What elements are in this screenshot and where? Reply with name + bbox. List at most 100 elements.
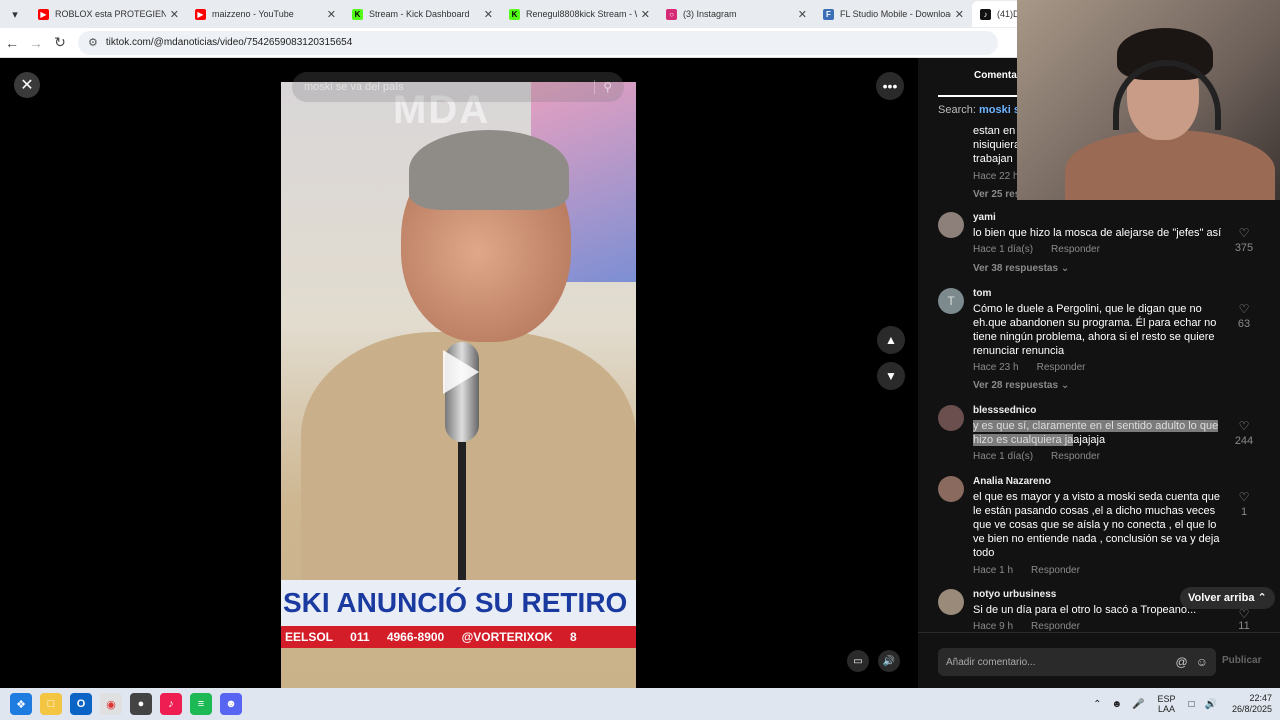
back-to-top-button[interactable]: Volver arriba ⌃ <box>1180 587 1275 609</box>
comment-username[interactable]: yami <box>973 212 996 223</box>
tiktok-icon[interactable]: ♪ <box>160 693 182 715</box>
clock-date: 26/8/2025 <box>1231 704 1272 714</box>
volume-tray-icon[interactable]: 🔊 <box>1205 699 1217 710</box>
reply-button[interactable]: Responder <box>1031 565 1080 576</box>
like-count: 11 <box>1238 620 1250 632</box>
comment-username[interactable]: notyo urbusiness <box>973 589 1056 600</box>
view-replies-label: Ver 28 respuestas <box>973 380 1059 391</box>
heart-icon[interactable]: ♡ <box>1234 419 1254 433</box>
browser-tab[interactable]: ▶ maizzeno - YouTube ✕ <box>187 1 344 27</box>
comment-time: Hace 22 h <box>973 171 1019 182</box>
close-tab-icon[interactable]: ✕ <box>484 8 493 21</box>
comment-username[interactable]: tom <box>973 288 991 299</box>
view-replies-link[interactable]: Ver 28 respuestas ⌄ <box>973 380 1069 391</box>
reply-button[interactable]: Responder <box>1031 621 1080 632</box>
tab-search-chevron-icon[interactable]: ▾ <box>4 3 26 25</box>
comment-username[interactable]: blesssednico <box>973 405 1036 416</box>
avatar[interactable] <box>938 212 964 238</box>
tab-label: Comentar <box>974 70 1021 81</box>
windows-start-icon[interactable]: ❖ <box>10 693 32 715</box>
comment-text: y es que sí, claramente en el sentido ad… <box>973 419 1223 447</box>
view-replies-link[interactable]: Ver 25 res <box>973 188 1020 202</box>
keyboard-layout: LAA <box>1157 704 1175 714</box>
screen: ▾ ▶ ROBLOX esta PROTEGIENDO P... ✕ ▶ maizze… <box>0 0 1280 720</box>
close-tab-icon[interactable]: ✕ <box>170 8 179 21</box>
search-term-link[interactable]: moski s <box>979 104 1020 116</box>
reply-button[interactable]: Responder <box>1051 451 1100 462</box>
youtube-icon: ▶ <box>38 8 49 20</box>
close-tab-icon[interactable]: ✕ <box>955 8 964 21</box>
ticker-item: EELSOL <box>285 630 333 644</box>
browser-tab[interactable]: F FL Studio Mobile - Download a... ✕ <box>815 1 972 27</box>
heart-icon[interactable]: ♡ <box>1234 226 1254 240</box>
discord-icon[interactable]: ☻ <box>220 693 242 715</box>
avatar[interactable] <box>938 589 964 615</box>
ticker-item: 8 <box>569 630 577 644</box>
windows-taskbar: ❖ □ O ◉ ● ♪ ≡ ☻ ⌃ ☻ 🎤 ESP LAA □ 🔊 22:47 26… <box>0 688 1280 720</box>
file-explorer-icon[interactable]: □ <box>40 693 62 715</box>
browser-tab[interactable]: ○ (3) Instagram ✕ <box>658 1 815 27</box>
view-replies-link[interactable]: Ver 38 respuestas ⌄ <box>973 263 1069 274</box>
back-arrow-icon[interactable]: ← <box>0 35 24 51</box>
github-icon[interactable]: ● <box>130 693 152 715</box>
tab-comments[interactable]: Comentar <box>938 70 1021 97</box>
instagram-icon: ○ <box>666 8 677 20</box>
mention-icon[interactable]: @ <box>1176 655 1188 669</box>
discord-tray-icon[interactable]: ☻ <box>1111 699 1122 710</box>
reply-button[interactable]: Responder <box>1051 244 1100 255</box>
outlook-icon[interactable]: O <box>70 693 92 715</box>
like-count: 375 <box>1234 242 1254 254</box>
comment-username[interactable]: Analia Nazareno <box>973 476 1051 487</box>
url-field[interactable]: ⚙ tiktok.com/@mdanoticias/video/75426590… <box>78 30 998 55</box>
tab-title: (3) Instagram <box>683 9 737 19</box>
heart-icon[interactable]: ♡ <box>1234 302 1254 316</box>
comment-text: lo bien que hizo la mosca de alejarse de… <box>973 227 1222 239</box>
spotify-icon[interactable]: ≡ <box>190 693 212 715</box>
chrome-icon[interactable]: ◉ <box>100 693 122 715</box>
clock[interactable]: 22:47 26/8/2025 <box>1232 693 1272 715</box>
site-info-icon[interactable]: ⚙ <box>88 36 98 49</box>
microphone-icon[interactable]: 🎤 <box>1132 699 1144 710</box>
tab-title: ROBLOX esta PROTEGIENDO P... <box>55 9 166 19</box>
close-tab-icon[interactable]: ✕ <box>327 8 336 21</box>
browser-tab[interactable]: K Stream - Kick Dashboard ✕ <box>344 1 501 27</box>
close-tab-icon[interactable]: ✕ <box>798 8 807 21</box>
video-search-bar[interactable]: moski se va del país ⚲ <box>292 72 624 102</box>
comment-meta: Hace 23 h Responder <box>973 362 1086 373</box>
browser-tab[interactable]: ▶ ROBLOX esta PROTEGIENDO P... ✕ <box>30 1 187 27</box>
comment-time: Hace 1 h <box>973 565 1014 576</box>
avatar[interactable] <box>938 476 964 502</box>
video-ticker: EELSOL 011 4966-8900 @VORTERIXOK 8 <box>281 626 636 648</box>
comment-composer: Añadir comentario... @ ☺ Publicar <box>918 632 1280 688</box>
comment-input[interactable]: Añadir comentario... @ ☺ <box>938 648 1216 676</box>
avatar[interactable] <box>938 405 964 431</box>
volume-icon[interactable]: 🔊 <box>878 650 900 672</box>
kick-icon: K <box>509 8 520 20</box>
show-hidden-icons-chevron-icon[interactable]: ⌃ <box>1093 699 1101 710</box>
publish-button[interactable]: Publicar <box>1222 655 1261 666</box>
next-video-chevron-down-icon[interactable]: ▼ <box>877 362 905 390</box>
search-icon[interactable]: ⚲ <box>594 80 612 94</box>
picture-in-picture-icon[interactable]: ▭ <box>847 650 869 672</box>
like-count: 1 <box>1240 506 1248 518</box>
reply-button[interactable]: Responder <box>1037 362 1086 373</box>
browser-tab[interactable]: K Renegul8808kick Stream - Wa... ✕ <box>501 1 658 27</box>
previous-video-chevron-up-icon[interactable]: ▲ <box>877 326 905 354</box>
ticker-item: 011 4966-8900 <box>350 630 445 644</box>
play-icon[interactable] <box>443 350 479 394</box>
chevron-down-icon: ⌄ <box>1060 263 1070 274</box>
forward-arrow-icon[interactable]: → <box>24 35 48 51</box>
emoji-icon[interactable]: ☺ <box>1196 655 1208 669</box>
video-player[interactable]: MDA SKI ANUNCIÓ SU RETIRO D EELSOL 011 4… <box>281 82 636 688</box>
more-options-icon[interactable]: ••• <box>876 72 904 100</box>
language-indicator[interactable]: ESP LAA <box>1157 694 1175 714</box>
heart-icon[interactable]: ♡ <box>1234 607 1254 621</box>
reload-icon[interactable]: ↻ <box>48 34 72 51</box>
heart-icon[interactable]: ♡ <box>1234 490 1254 504</box>
close-tab-icon[interactable]: ✕ <box>641 8 650 21</box>
comment-meta: Hace 9 h Responder <box>973 621 1080 632</box>
comment-placeholder: Añadir comentario... <box>946 656 1036 668</box>
close-icon[interactable]: ✕ <box>14 72 40 98</box>
avatar[interactable]: T <box>938 288 964 314</box>
network-icon[interactable]: □ <box>1188 699 1194 710</box>
